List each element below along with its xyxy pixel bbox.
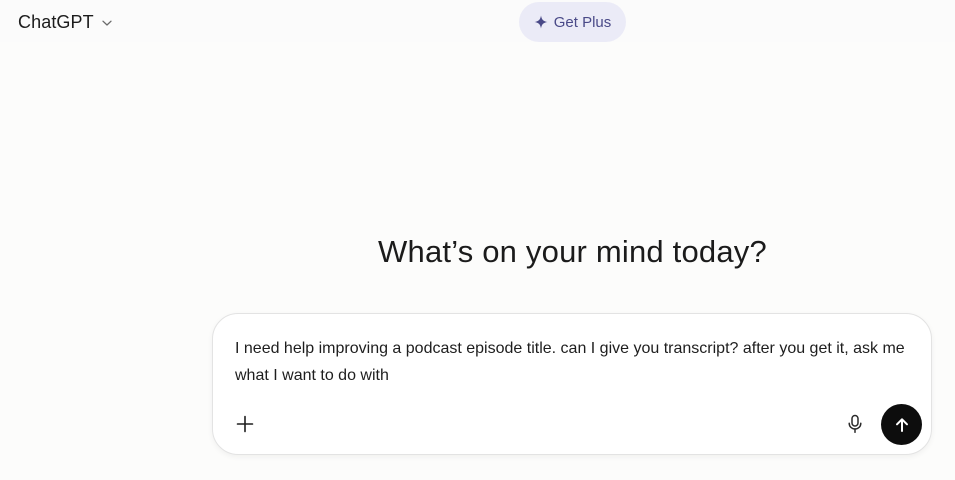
voice-input-button[interactable] bbox=[842, 411, 868, 437]
attach-button[interactable] bbox=[232, 411, 258, 437]
sparkle-icon bbox=[534, 15, 548, 29]
message-input[interactable]: I need help improving a podcast episode … bbox=[235, 335, 915, 389]
page-title: What’s on your mind today? bbox=[378, 234, 767, 269]
plus-icon bbox=[235, 414, 255, 434]
send-button[interactable] bbox=[881, 404, 922, 445]
microphone-icon bbox=[846, 414, 864, 434]
arrow-up-icon bbox=[893, 416, 911, 434]
chat-page: ChatGPT Get Plus What’s on your mind tod… bbox=[0, 0, 955, 480]
get-plus-button[interactable]: Get Plus bbox=[519, 2, 626, 42]
get-plus-label: Get Plus bbox=[553, 13, 612, 31]
chevron-down-icon bbox=[100, 16, 114, 30]
message-composer[interactable]: I need help improving a podcast episode … bbox=[212, 313, 932, 455]
top-bar bbox=[0, 0, 955, 42]
model-name: ChatGPT bbox=[18, 11, 94, 32]
model-switcher[interactable]: ChatGPT bbox=[14, 8, 118, 36]
